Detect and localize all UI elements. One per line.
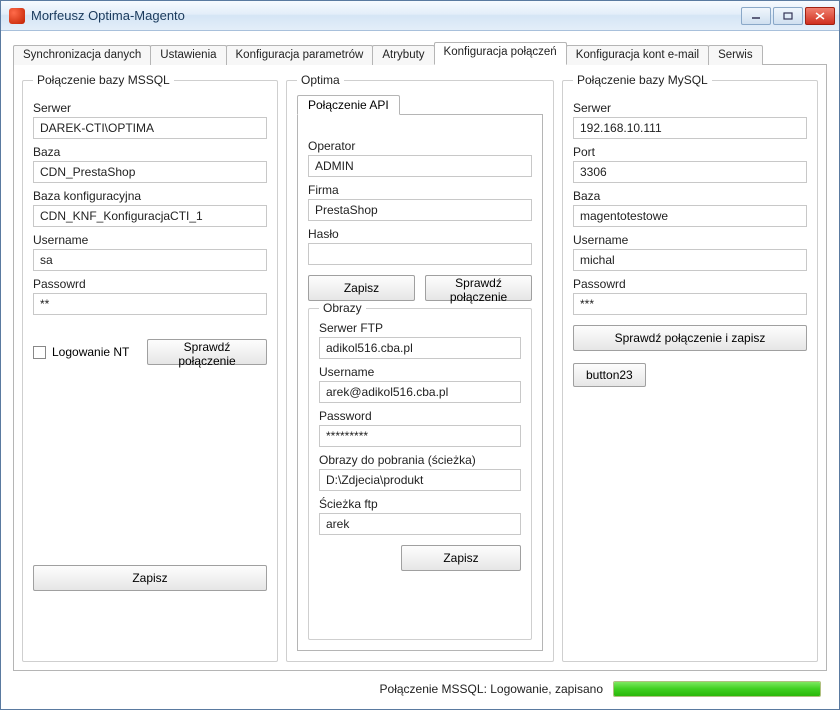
app-icon [9, 8, 25, 24]
img-path-input[interactable] [319, 469, 521, 491]
mysql-db-label: Baza [573, 189, 807, 203]
ftp-pass-input[interactable] [319, 425, 521, 447]
group-optima: Optima Połączenie API Operator Firma Has… [286, 73, 554, 662]
tab-attrs[interactable]: Atrybuty [372, 45, 434, 65]
mysql-pass-label: Passowrd [573, 277, 807, 291]
progress-fill [614, 682, 820, 696]
maximize-button[interactable] [773, 7, 803, 25]
group-images: Obrazy Serwer FTP Username Password Obra… [308, 301, 532, 640]
tab-params[interactable]: Konfiguracja parametrów [226, 45, 374, 65]
col-mssql: Połączenie bazy MSSQL Serwer Baza Baza k… [22, 73, 278, 662]
mssql-pass-label: Passowrd [33, 277, 267, 291]
tab-settings[interactable]: Ustawienia [150, 45, 226, 65]
main-tabstrip: Synchronizacja danych Ustawienia Konfigu… [13, 41, 827, 65]
mysql-check-save-button[interactable]: Sprawdź połączenie i zapisz [573, 325, 807, 351]
mssql-check-button[interactable]: Sprawdź połączenie [147, 339, 267, 365]
col-optima: Optima Połączenie API Operator Firma Has… [286, 73, 554, 662]
ftp-user-input[interactable] [319, 381, 521, 403]
titlebar: Morfeusz Optima-Magento [1, 1, 839, 31]
ftp-pass-label: Password [319, 409, 521, 423]
mssql-db-label: Baza [33, 145, 267, 159]
mysql-port-label: Port [573, 145, 807, 159]
optima-legend: Optima [297, 73, 344, 87]
mssql-cfg-input[interactable] [33, 205, 267, 227]
tab-connections[interactable]: Konfiguracja połączeń [434, 42, 567, 65]
tab-email[interactable]: Konfiguracja kont e-mail [566, 45, 709, 65]
ftp-user-label: Username [319, 365, 521, 379]
mysql-user-input[interactable] [573, 249, 807, 271]
maximize-icon [783, 12, 793, 20]
mssql-user-label: Username [33, 233, 267, 247]
mysql-db-input[interactable] [573, 205, 807, 227]
mssql-nt-checkbox[interactable] [33, 346, 46, 359]
optima-firma-label: Firma [308, 183, 532, 197]
mssql-nt-row: Logowanie NT Sprawdź połączenie [33, 339, 267, 365]
group-mssql: Połączenie bazy MSSQL Serwer Baza Baza k… [22, 73, 278, 662]
close-button[interactable] [805, 7, 835, 25]
mssql-nt-label: Logowanie NT [52, 345, 129, 359]
group-mysql: Połączenie bazy MySQL Serwer Port Baza U… [562, 73, 818, 662]
tabpage-connections: Połączenie bazy MSSQL Serwer Baza Baza k… [13, 65, 827, 671]
images-legend: Obrazy [319, 301, 366, 315]
mysql-pass-input[interactable] [573, 293, 807, 315]
minimize-button[interactable] [741, 7, 771, 25]
mssql-db-input[interactable] [33, 161, 267, 183]
mssql-user-input[interactable] [33, 249, 267, 271]
ftp-server-label: Serwer FTP [319, 321, 521, 335]
minimize-icon [751, 12, 761, 20]
app-window: Morfeusz Optima-Magento Synchronizacja d… [0, 0, 840, 710]
optima-haslo-label: Hasło [308, 227, 532, 241]
images-save-button[interactable]: Zapisz [401, 545, 521, 571]
images-btn-row: Zapisz [319, 545, 521, 571]
mssql-save-button[interactable]: Zapisz [33, 565, 267, 591]
optima-btn-row: Zapisz Sprawdź połączenie [308, 275, 532, 301]
optima-firma-input[interactable] [308, 199, 532, 221]
optima-operator-input[interactable] [308, 155, 532, 177]
mssql-server-input[interactable] [33, 117, 267, 139]
tab-sync[interactable]: Synchronizacja danych [13, 45, 151, 65]
mysql-server-input[interactable] [573, 117, 807, 139]
mysql-user-label: Username [573, 233, 807, 247]
optima-inner-content: Operator Firma Hasło Zapisz Sprawdź połą… [297, 115, 543, 651]
mysql-server-label: Serwer [573, 101, 807, 115]
progress-bar [613, 681, 821, 697]
window-controls [741, 7, 835, 25]
mssql-server-label: Serwer [33, 101, 267, 115]
optima-haslo-input[interactable] [308, 243, 532, 265]
tab-api[interactable]: Połączenie API [297, 95, 400, 115]
ftp-path-label: Ścieżka ftp [319, 497, 521, 511]
window-title: Morfeusz Optima-Magento [31, 8, 741, 23]
tab-service[interactable]: Serwis [708, 45, 763, 65]
mssql-pass-input[interactable] [33, 293, 267, 315]
client-area: Synchronizacja danych Ustawienia Konfigu… [1, 31, 839, 709]
button23[interactable]: button23 [573, 363, 646, 387]
status-bar: Połączenie MSSQL: Logowanie, zapisano [13, 675, 827, 703]
ftp-server-input[interactable] [319, 337, 521, 359]
ftp-path-input[interactable] [319, 513, 521, 535]
mssql-cfg-label: Baza konfiguracyjna [33, 189, 267, 203]
status-text: Połączenie MSSQL: Logowanie, zapisano [380, 682, 603, 696]
mysql-legend: Połączenie bazy MySQL [573, 73, 712, 87]
optima-save-button[interactable]: Zapisz [308, 275, 415, 301]
img-path-label: Obrazy do pobrania (ścieżka) [319, 453, 521, 467]
optima-check-button[interactable]: Sprawdź połączenie [425, 275, 532, 301]
mssql-legend: Połączenie bazy MSSQL [33, 73, 174, 87]
mysql-port-input[interactable] [573, 161, 807, 183]
optima-inner-tabstrip: Połączenie API [297, 93, 543, 115]
optima-operator-label: Operator [308, 139, 532, 153]
col-mysql: Połączenie bazy MySQL Serwer Port Baza U… [562, 73, 818, 662]
close-icon [815, 12, 825, 20]
